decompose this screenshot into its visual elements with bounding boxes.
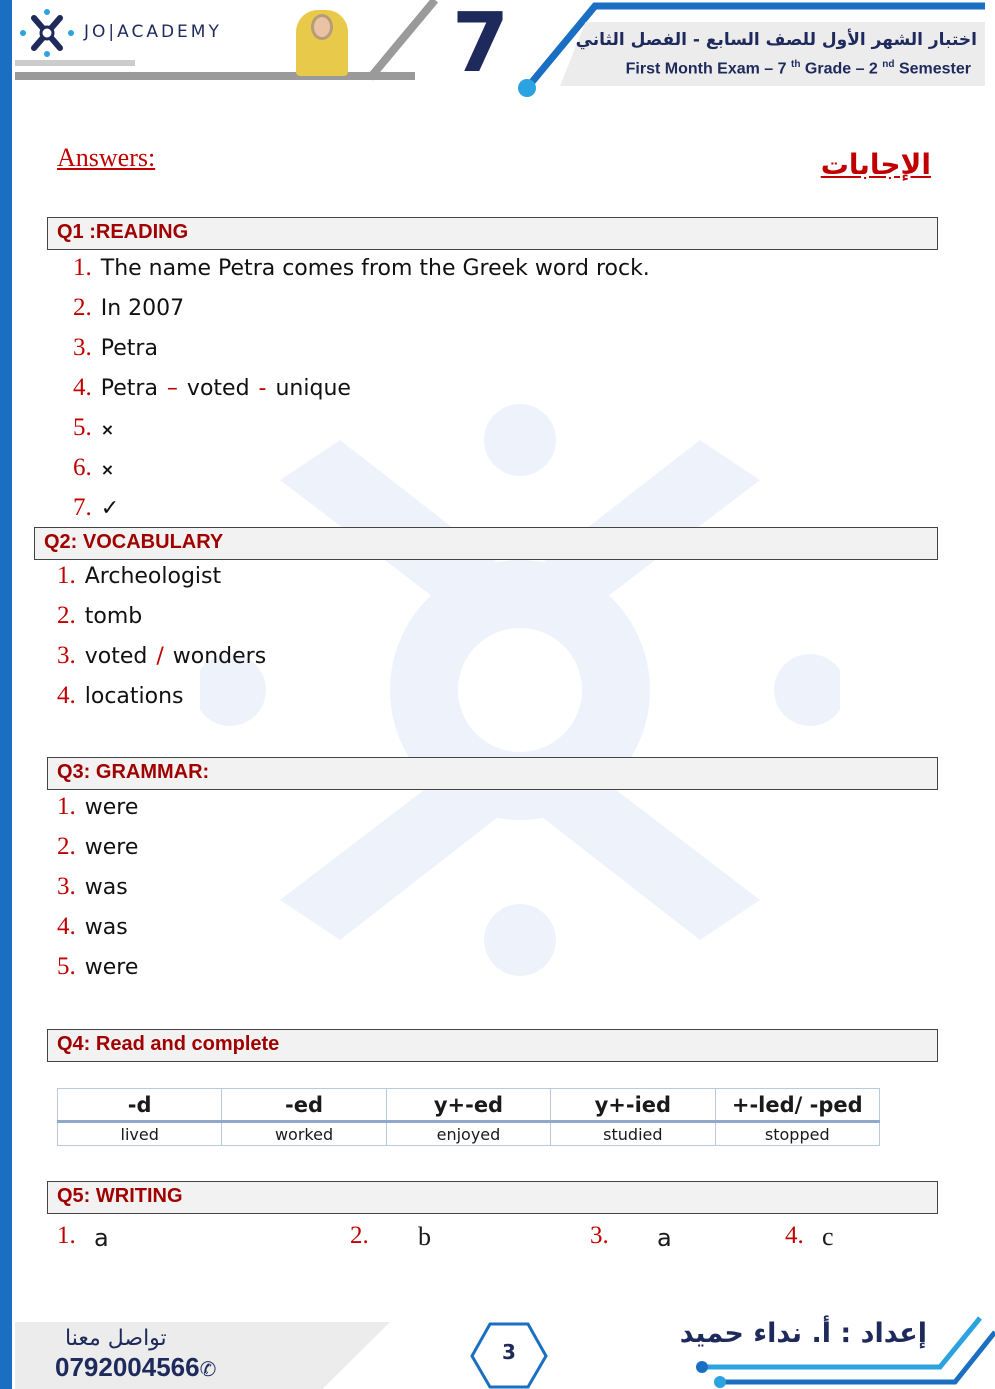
table-header-cell: -ed <box>221 1088 387 1123</box>
answer-text: was <box>84 875 128 900</box>
q3-answers: 1. were 2. were 3. was 4. was 5. were <box>57 793 138 993</box>
list-item: 3. voted / wonders <box>57 642 266 682</box>
list-item: 4. locations <box>57 682 266 722</box>
item-number: 4. <box>73 374 92 401</box>
item-number: 2. <box>350 1222 369 1249</box>
list-item: 4. was <box>57 913 138 953</box>
q1-header: Q1 :READING <box>47 217 938 250</box>
list-item: 1. Archeologist <box>57 562 266 602</box>
answer-text: Petra <box>100 336 158 361</box>
table-header-cell: +-led/ -ped <box>714 1088 881 1123</box>
item-number: 7. <box>73 494 92 521</box>
table-cell: lived <box>56 1121 223 1146</box>
item-number: 3. <box>57 642 76 669</box>
answer-text: b <box>418 1222 431 1251</box>
item-number: 5. <box>73 414 92 441</box>
item-number: 2. <box>57 833 76 860</box>
grade-number: 7 <box>452 0 510 91</box>
item-number: 1. <box>57 793 76 820</box>
answer-text: were <box>84 955 139 980</box>
exam-title-english: First Month Exam – 7 th Grade – 2 nd Sem… <box>625 59 971 78</box>
answer-text: voted <box>84 644 148 669</box>
table-row: lived worked enjoyed studied stopped <box>56 1121 881 1146</box>
q2-answers: 1. Archeologist 2. tomb 3. voted / wonders 4.… <box>57 562 266 722</box>
answer-text: unique <box>275 376 351 401</box>
answer-text: In 2007 <box>100 296 185 321</box>
table-cell: enjoyed <box>385 1121 552 1146</box>
item-number: 3. <box>73 334 92 361</box>
teacher-photo <box>296 10 348 76</box>
table-header-row: -d -ed y+-ed y+-ied +-led/ -ped <box>56 1088 881 1123</box>
table-header-cell: -d <box>56 1088 223 1123</box>
answer-text: were <box>84 795 139 820</box>
list-item: 3. was <box>57 873 138 913</box>
cross-icon: × <box>100 420 115 439</box>
cross-icon: × <box>100 460 115 479</box>
logo-text: JO|ACADEMY <box>84 22 222 42</box>
whatsapp-icon: ✆ <box>199 1359 217 1381</box>
answer-text: a <box>657 1224 672 1252</box>
item-number: 4. <box>785 1222 804 1249</box>
list-item: 1. were <box>57 793 138 833</box>
list-item: 2. tomb <box>57 602 266 642</box>
answers-heading-arabic: الإجابات <box>820 148 931 181</box>
q1-answers: 1. The name Petra comes from the Greek wo… <box>73 254 650 534</box>
phone-text: 0792004566 <box>55 1352 200 1382</box>
item-number: 2. <box>57 602 76 629</box>
table-cell: worked <box>221 1121 387 1146</box>
answer-text: tomb <box>84 604 143 629</box>
item-number: 2. <box>73 294 92 321</box>
table-header-cell: y+-ed <box>385 1088 552 1123</box>
check-icon: ✓ <box>100 496 120 521</box>
separator: - <box>258 376 267 401</box>
answer-text: were <box>84 835 139 860</box>
item-number: 1. <box>57 562 76 589</box>
list-item: 6. × <box>73 454 650 494</box>
left-accent-bar <box>0 0 12 1389</box>
table-cell: stopped <box>714 1121 881 1146</box>
q5-header: Q5: WRITING <box>47 1181 938 1214</box>
list-item: 2. In 2007 <box>73 294 650 334</box>
separator: / <box>156 644 164 669</box>
item-number: 1. <box>73 254 92 281</box>
contact-us-label: تواصل معنا <box>65 1326 167 1351</box>
answer-text: Archeologist <box>84 564 222 589</box>
answer-text: c <box>822 1222 834 1251</box>
item-number: 4. <box>57 682 76 709</box>
table-header-cell: y+-ied <box>550 1088 716 1123</box>
footer-blue-lines <box>696 1316 995 1388</box>
list-item: 1. The name Petra comes from the Greek wo… <box>73 254 650 294</box>
answer-text: The name Petra comes from the Greek word… <box>100 256 650 281</box>
answer-text: locations <box>84 684 184 709</box>
header-decor-strip <box>15 60 135 66</box>
list-item: 3. Petra <box>73 334 650 374</box>
item-number: 3. <box>57 873 76 900</box>
answer-text: a <box>94 1224 109 1252</box>
separator: – <box>166 376 178 401</box>
jo-academy-logo-icon <box>20 9 74 57</box>
answer-text: was <box>84 915 128 940</box>
answer-text: wonders <box>172 644 267 669</box>
page-number: 3 <box>502 1340 516 1364</box>
q2-header: Q2: VOCABULARY <box>34 527 938 560</box>
verb-endings-table: -d -ed y+-ed y+-ied +-led/ -ped lived wo… <box>56 1088 881 1146</box>
phone-number: 0792004566✆ <box>55 1352 216 1383</box>
answers-heading: Answers: <box>57 143 156 172</box>
item-number: 6. <box>73 454 92 481</box>
list-item: 5. were <box>57 953 138 993</box>
exam-title-arabic: اختبار الشهر الأول للصف السابع - الفصل ا… <box>575 30 977 50</box>
answer-text: Petra <box>100 376 158 401</box>
answer-text: voted <box>186 376 250 401</box>
q3-header: Q3: GRAMMAR: <box>47 757 938 790</box>
list-item: 4. Petra – voted - unique <box>73 374 650 414</box>
item-number: 1. <box>57 1222 76 1249</box>
table-cell: studied <box>550 1121 716 1146</box>
list-item: 2. were <box>57 833 138 873</box>
list-item: 5. × <box>73 414 650 454</box>
item-number: 5. <box>57 953 76 980</box>
item-number: 4. <box>57 913 76 940</box>
q4-header: Q4: Read and complete <box>47 1029 938 1062</box>
item-number: 3. <box>590 1222 609 1249</box>
